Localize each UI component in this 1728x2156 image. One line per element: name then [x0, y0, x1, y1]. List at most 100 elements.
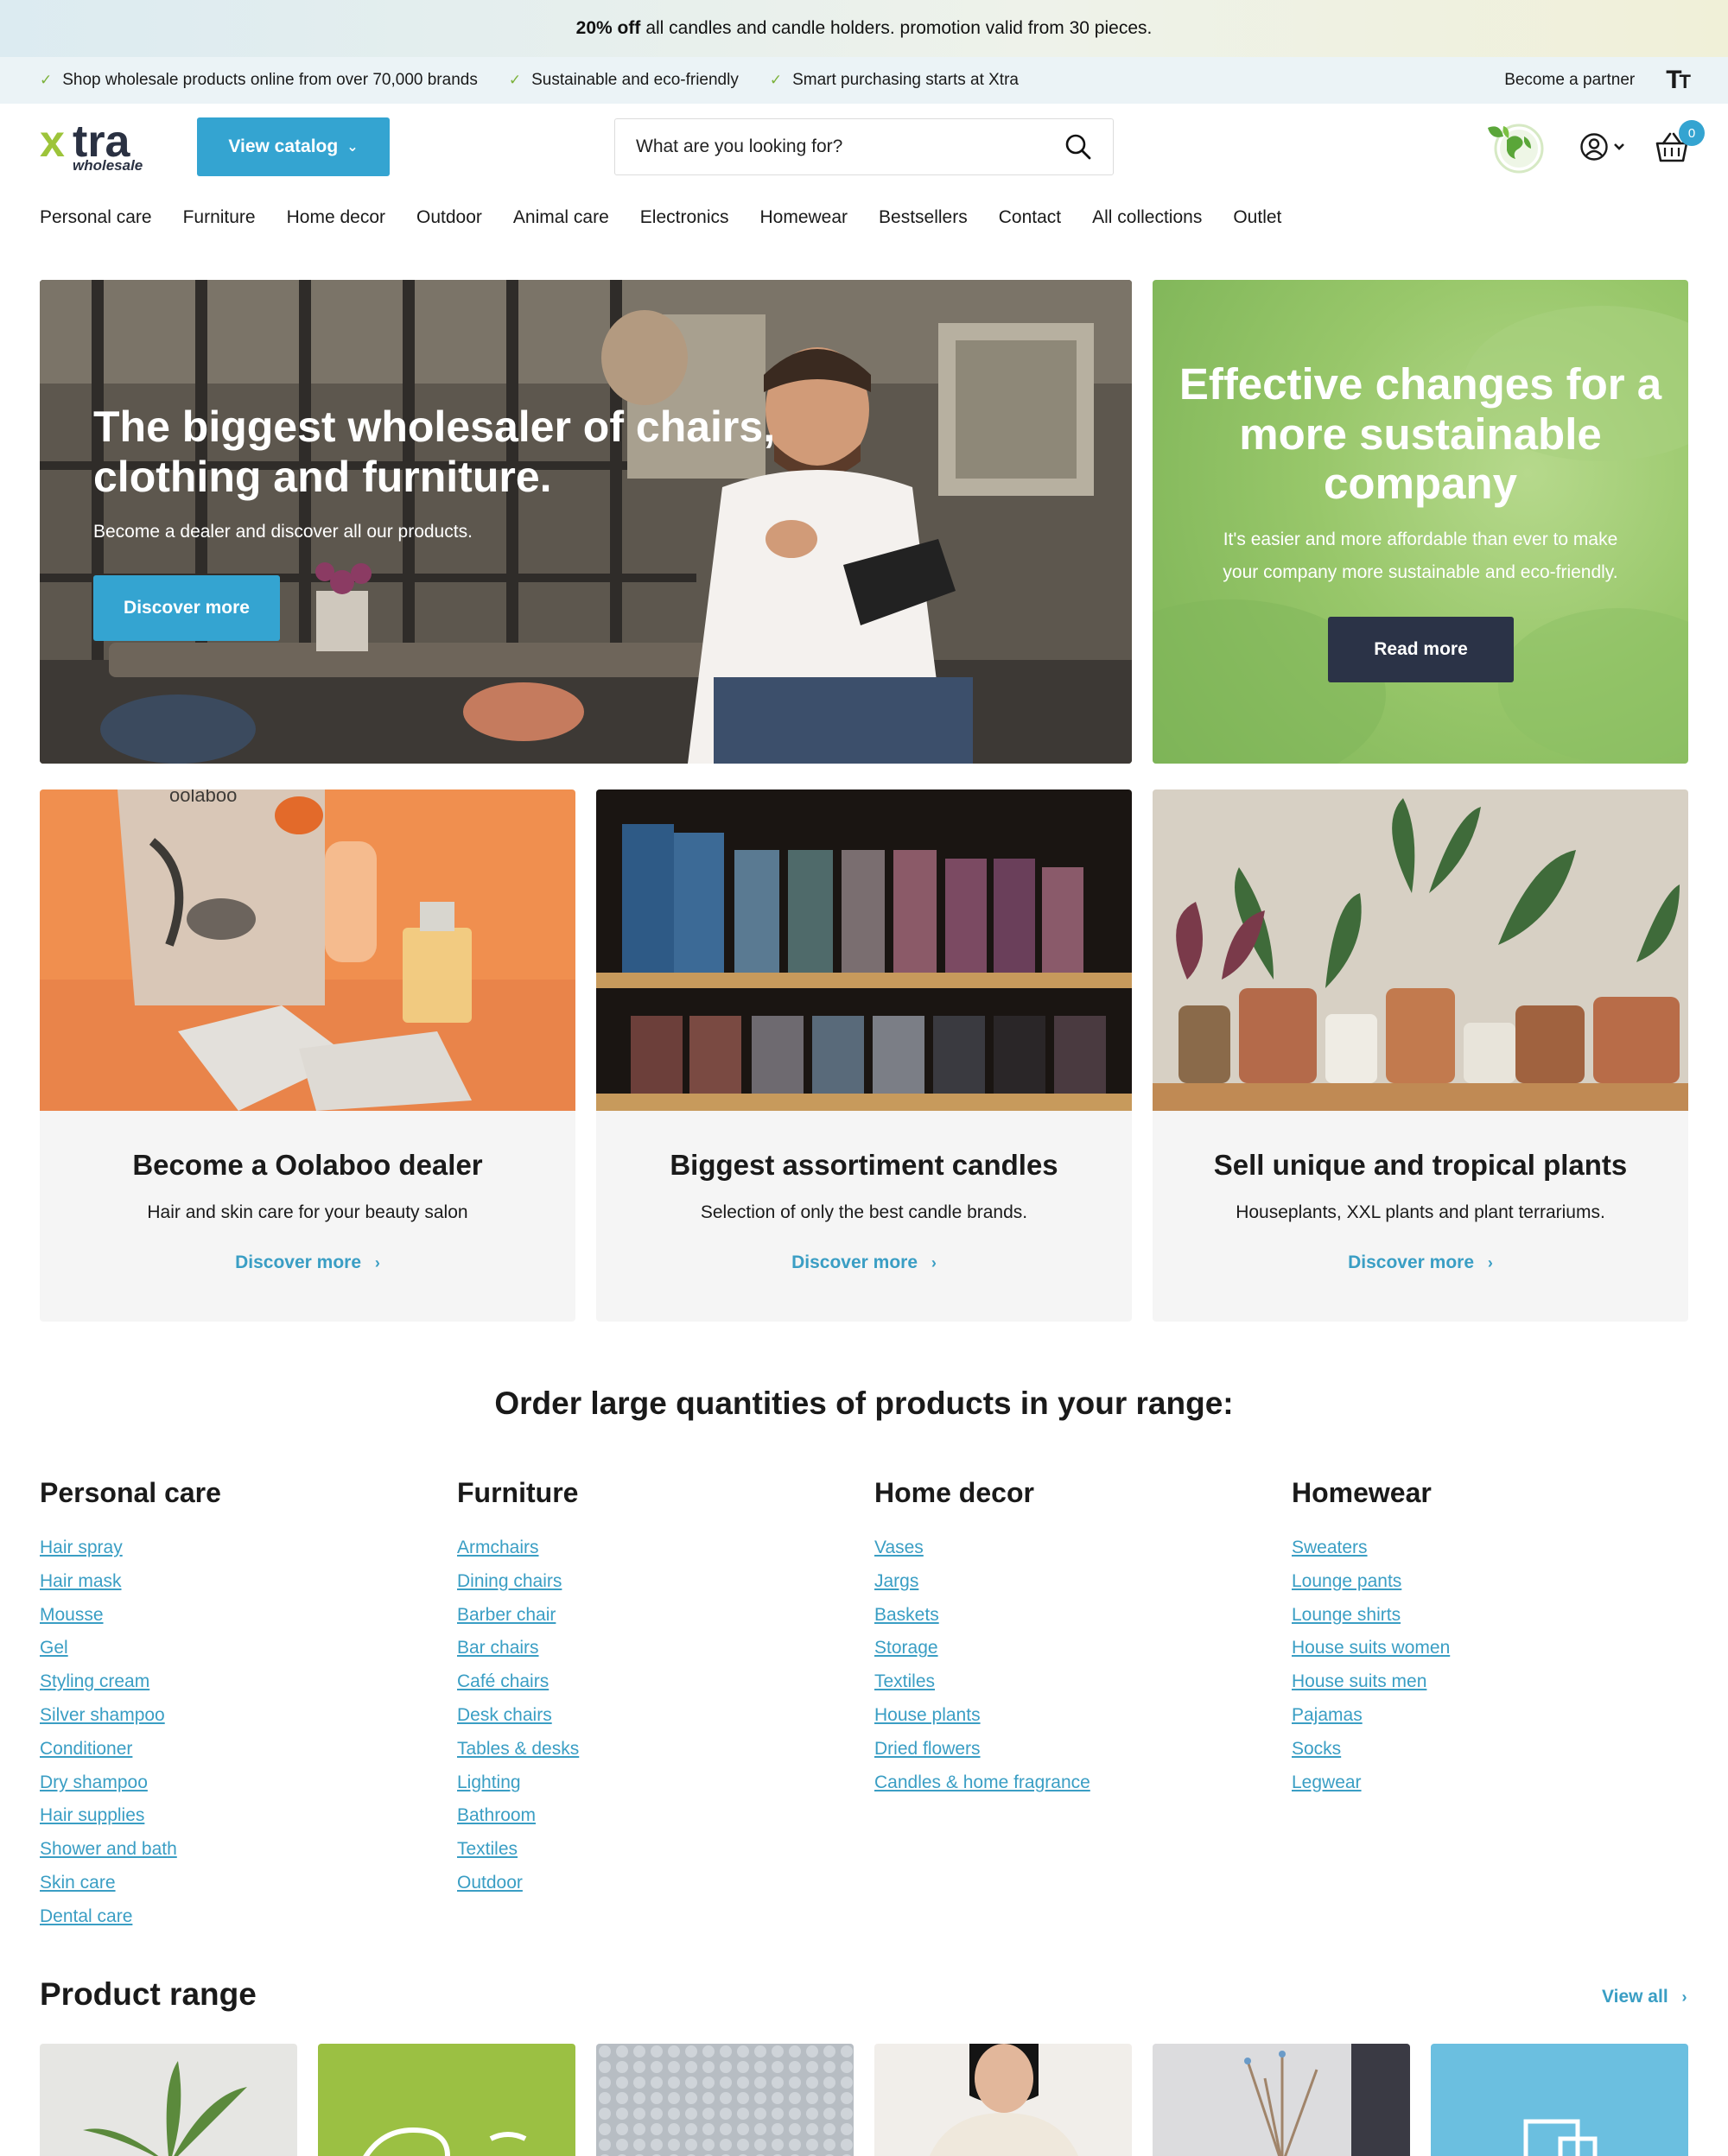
range-link[interactable]: Mousse [40, 1599, 437, 1633]
eco-globe-icon[interactable] [1483, 119, 1545, 174]
view-catalog-button[interactable]: View catalog ⌄ [197, 117, 390, 176]
chevron-right-icon: › [1681, 1988, 1687, 2006]
nav-item-contact[interactable]: Contact [999, 207, 1061, 228]
range-link[interactable]: Café chairs [457, 1665, 854, 1699]
range-link[interactable]: Lounge pants [1292, 1565, 1689, 1599]
range-link[interactable]: Sweaters [1292, 1531, 1689, 1565]
search-input[interactable] [636, 136, 1064, 157]
range-link[interactable]: Hair spray [40, 1531, 437, 1565]
range-link[interactable]: Barber chair [457, 1599, 854, 1633]
nav-item-electronics[interactable]: Electronics [640, 207, 729, 228]
promo-bar: 20% off all candles and candle holders. … [0, 0, 1728, 57]
chevron-down-icon: ⌄ [346, 140, 359, 155]
become-partner-link[interactable]: Become a partner [1504, 71, 1635, 90]
range-link[interactable]: Gel [40, 1632, 437, 1665]
range-link[interactable]: Textiles [874, 1665, 1272, 1699]
promo-text: all candles and candle holders. promotio… [645, 18, 1153, 38]
range-link[interactable]: House suits men [1292, 1665, 1689, 1699]
promo-card-candles[interactable]: Biggest assortiment candles Selection of… [596, 789, 1132, 1322]
nav-item-outdoor[interactable]: Outdoor [416, 207, 482, 228]
logo-x: x [40, 117, 65, 167]
range-link[interactable]: Bathroom [457, 1799, 854, 1833]
range-link[interactable]: Outdoor [457, 1867, 854, 1900]
hero-title: The biggest wholesaler of chairs, clothi… [93, 403, 776, 501]
user-icon [1580, 133, 1608, 161]
range-link[interactable]: Hair supplies [40, 1799, 437, 1833]
range-link[interactable]: Baskets [874, 1599, 1272, 1633]
nav-item-bestsellers[interactable]: Bestsellers [879, 207, 968, 228]
card-link-label: Discover more [235, 1252, 362, 1272]
range-link[interactable]: Lighting [457, 1766, 854, 1800]
product-tile-blue[interactable] [1431, 2044, 1688, 2156]
range-link[interactable]: Textiles [457, 1833, 854, 1867]
range-link[interactable]: Bar chairs [457, 1632, 854, 1665]
card-title: Become a Oolaboo dealer [132, 1149, 483, 1181]
range-link[interactable]: Skin care [40, 1867, 437, 1900]
usp-text: Smart purchasing starts at Xtra [792, 71, 1019, 89]
range-link[interactable]: Jargs [874, 1565, 1272, 1599]
range-link[interactable]: Silver shampoo [40, 1699, 437, 1733]
product-tile-mosaic[interactable] [596, 2044, 854, 2156]
nav-item-personal-care[interactable]: Personal care [40, 207, 152, 228]
sustainability-subtitle: It's easier and more affordable than eve… [1223, 529, 1618, 582]
usp-item: ✓ Smart purchasing starts at Xtra [770, 71, 1019, 90]
cart-button[interactable]: 0 [1655, 120, 1705, 167]
range-link[interactable]: Dried flowers [874, 1733, 1272, 1766]
range-link[interactable]: Hair mask [40, 1565, 437, 1599]
card-discover-link[interactable]: Discover more › [596, 1252, 1132, 1273]
account-menu[interactable] [1579, 131, 1628, 162]
nav-item-homewear[interactable]: Homewear [759, 207, 848, 228]
column-title: Furniture [457, 1477, 579, 1508]
chevron-down-icon [1614, 143, 1624, 150]
nav-item-furniture[interactable]: Furniture [183, 207, 256, 228]
range-link[interactable]: Vases [874, 1531, 1272, 1565]
product-tile-plants[interactable] [40, 2044, 297, 2156]
view-all-link[interactable]: View all › [1602, 1987, 1687, 2007]
chevron-right-icon: › [931, 1254, 937, 1271]
range-link[interactable]: Styling cream [40, 1665, 437, 1699]
usp-right: Become a partner TT [1504, 66, 1691, 95]
promo-card-plants[interactable]: Sell unique and tropical plants Housepla… [1153, 789, 1688, 1322]
nav-item-outlet[interactable]: Outlet [1233, 207, 1281, 228]
range-link[interactable]: Dry shampoo [40, 1766, 437, 1800]
range-link[interactable]: Socks [1292, 1733, 1689, 1766]
product-tile-homewear[interactable] [874, 2044, 1132, 2156]
range-link[interactable]: Candles & home fragrance [874, 1766, 1272, 1800]
hero-subtitle: Become a dealer and discover all our pro… [93, 522, 473, 542]
card-discover-link[interactable]: Discover more › [1153, 1252, 1688, 1273]
range-link[interactable]: Conditioner [40, 1733, 437, 1766]
check-icon: ✓ [769, 72, 783, 88]
search-icon[interactable] [1064, 133, 1092, 161]
range-link[interactable]: House suits women [1292, 1632, 1689, 1665]
range-link[interactable]: Tables & desks [457, 1733, 854, 1766]
range-link[interactable]: Pajamas [1292, 1699, 1689, 1733]
read-more-button[interactable]: Read more [1328, 617, 1514, 682]
candles-photo [596, 789, 1132, 1111]
chevron-right-icon: › [374, 1254, 380, 1271]
category-outline-icon [363, 2127, 527, 2156]
card-title: Biggest assortiment candles [670, 1149, 1058, 1181]
nav-item-all-collections[interactable]: All collections [1092, 207, 1202, 228]
product-tile-green[interactable] [318, 2044, 575, 2156]
range-link[interactable]: Desk chairs [457, 1699, 854, 1733]
range-link[interactable]: Legwear [1292, 1766, 1689, 1800]
text-size-icon[interactable]: TT [1666, 66, 1691, 95]
card-discover-link[interactable]: Discover more › [40, 1252, 575, 1273]
model-sweater-image [929, 2044, 1079, 2156]
range-link[interactable]: Dining chairs [457, 1565, 854, 1599]
check-icon: ✓ [508, 72, 522, 88]
product-tile-dried-flowers[interactable] [1153, 2044, 1410, 2156]
range-link[interactable]: Lounge shirts [1292, 1599, 1689, 1633]
nav-item-animal-care[interactable]: Animal care [513, 207, 609, 228]
hero-discover-button[interactable]: Discover more [93, 575, 280, 641]
range-link[interactable]: Armchairs [457, 1531, 854, 1565]
category-outline-icon [1523, 2119, 1598, 2156]
range-link[interactable]: Storage [874, 1632, 1272, 1665]
promo-card-oolaboo[interactable]: oolaboo Become a Oolaboo dealer Hair and… [40, 789, 575, 1322]
range-link[interactable]: Dental care [40, 1900, 437, 1934]
check-icon: ✓ [40, 72, 53, 88]
nav-item-home-decor[interactable]: Home decor [287, 207, 385, 228]
xtra-logo[interactable]: x tra wholesale [40, 112, 152, 174]
range-link[interactable]: House plants [874, 1699, 1272, 1733]
range-link[interactable]: Shower and bath [40, 1833, 437, 1867]
